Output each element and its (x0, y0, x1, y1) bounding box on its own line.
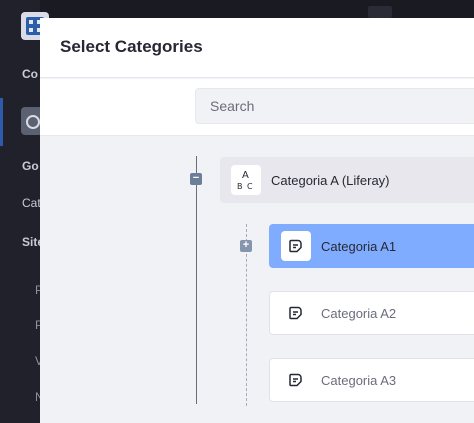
tree-node-label: Categoria A3 (321, 373, 397, 388)
expand-toggle-icon[interactable]: + (240, 240, 252, 252)
screen: Co Go Cat Site P P V N Select Categories… (0, 0, 474, 423)
category-tag-icon (281, 298, 311, 328)
tree-node-categoria-a1[interactable]: Categoria A1 (269, 224, 474, 268)
tree-node-categoria-a2[interactable]: Categoria A2 (269, 291, 474, 335)
tree-node-label: Categoria A2 (321, 306, 397, 321)
search-input[interactable] (195, 88, 474, 124)
sidebar-item-label: Go (22, 159, 39, 173)
app-sidebar (0, 0, 40, 423)
sidebar-heading: Co (22, 67, 38, 81)
topbar-chip (368, 6, 392, 18)
svg-text:C: C (247, 182, 253, 191)
collapse-toggle-icon[interactable]: − (190, 173, 202, 185)
svg-text:A: A (242, 170, 249, 181)
modal-title: Select Categories (60, 37, 203, 56)
sidebar-active-indicator (0, 98, 3, 146)
app-topbar (40, 0, 474, 18)
tree-node-categoria-a3[interactable]: Categoria A3 (269, 358, 474, 402)
category-tag-icon (281, 231, 311, 261)
sidebar-item-label: Site (22, 235, 40, 249)
search-bar (40, 79, 474, 136)
modal-header: Select Categories (40, 18, 474, 78)
select-categories-modal: Select Categories − + A B C Categoria A … (40, 18, 474, 423)
vocabulary-abc-icon: A B C (231, 165, 261, 195)
tree-node-categoria-a[interactable]: A B C Categoria A (Liferay) (220, 157, 474, 203)
tree-node-label: Categoria A (Liferay) (271, 173, 390, 188)
sidebar-item-label: Cat (22, 196, 40, 210)
tree-node-label: Categoria A1 (321, 239, 397, 254)
svg-text:B: B (237, 182, 243, 191)
tree-connector-line (196, 156, 197, 404)
category-tag-icon (281, 365, 311, 395)
